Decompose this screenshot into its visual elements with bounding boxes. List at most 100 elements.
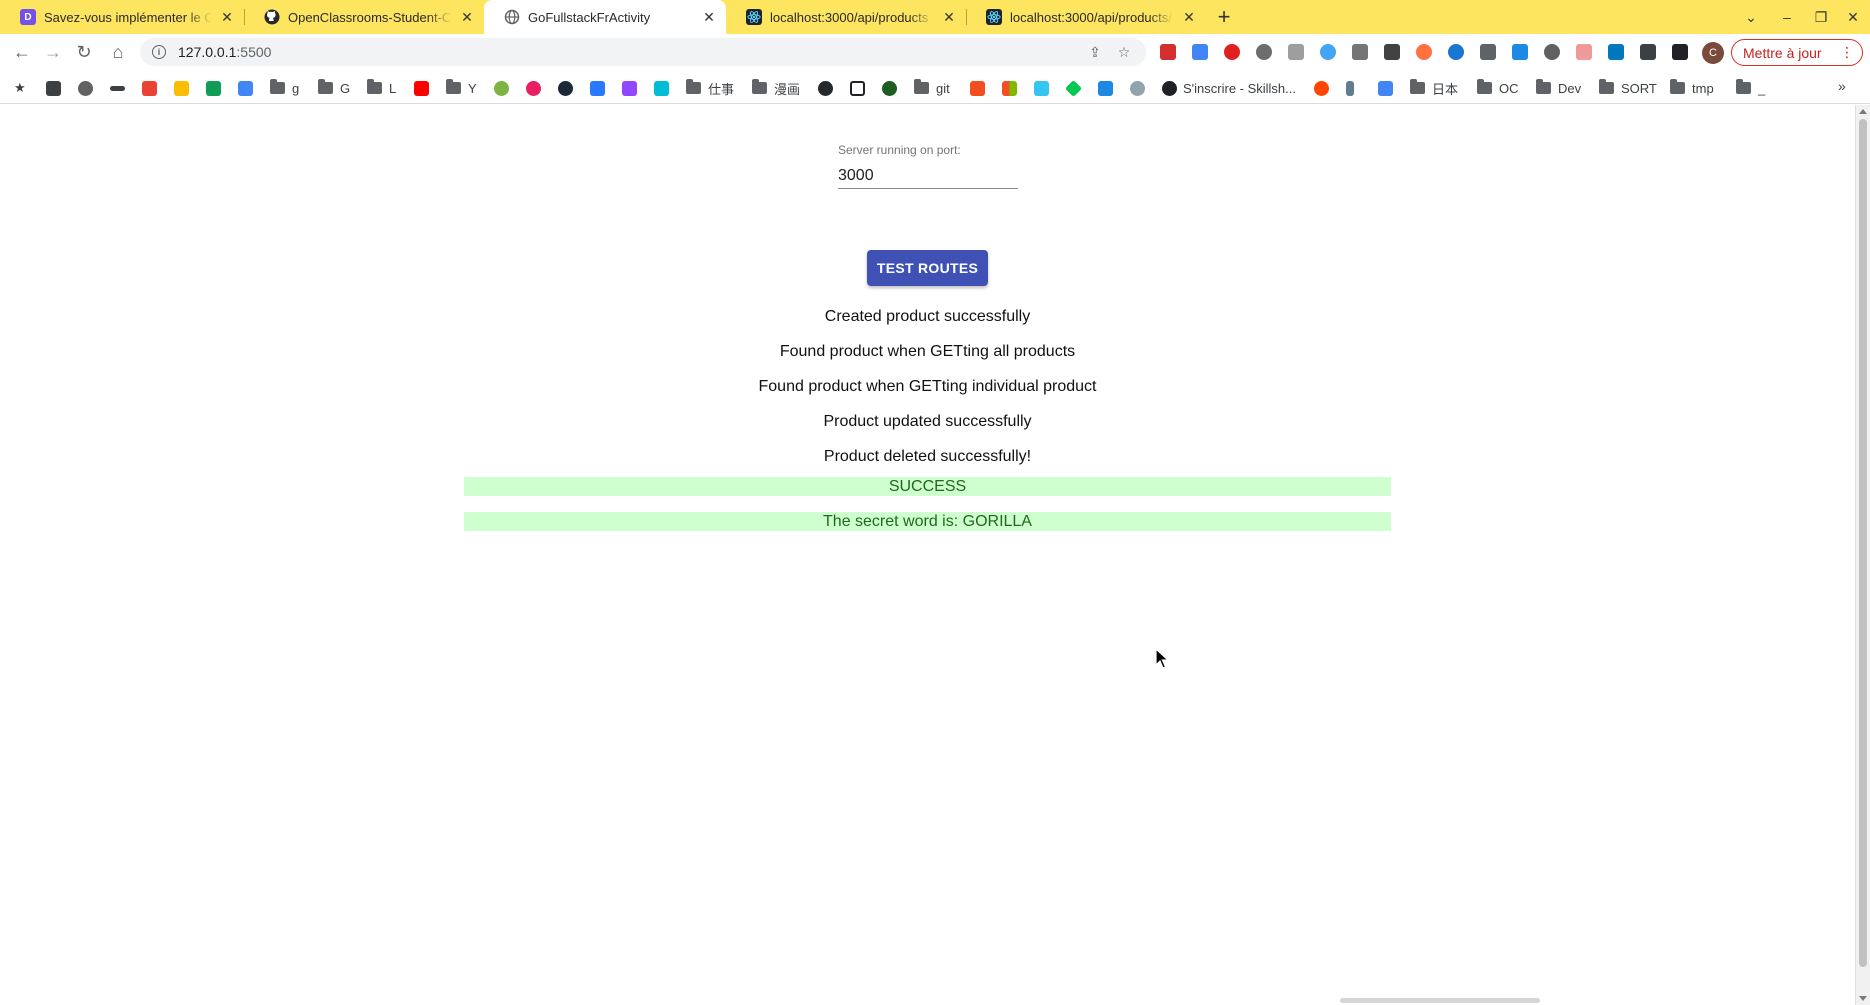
tab-api-product-detail[interactable]: localhost:3000/api/products/ ✕: [966, 0, 1206, 34]
tab-crud-course[interactable]: D Savez-vous implémenter le CRUD ✕: [0, 0, 244, 34]
scrollbar-thumb[interactable]: [1859, 119, 1867, 967]
bookmark-microsoft[interactable]: [1002, 79, 1023, 97]
bookmark-folder-sort[interactable]: SORT: [1599, 79, 1657, 97]
dashboard-icon: D: [20, 9, 36, 25]
restore-button[interactable]: ❐: [1804, 0, 1838, 34]
eyedropper-icon[interactable]: [1352, 44, 1368, 60]
calendar-icon[interactable]: [1576, 44, 1592, 60]
profile-avatar[interactable]: C: [1702, 42, 1724, 64]
new-tab-button[interactable]: +: [1211, 4, 1237, 30]
bookmark-youtube[interactable]: [414, 79, 435, 97]
bookmark-folder-underscore[interactable]: _: [1736, 79, 1765, 97]
bookmark-z[interactable]: [590, 79, 611, 97]
forward-icon[interactable]: →: [39, 38, 67, 66]
bookmark-gb[interactable]: [1378, 79, 1399, 97]
hourglass-icon: [1346, 80, 1354, 96]
bookmark-leaf[interactable]: [882, 79, 903, 97]
close-icon[interactable]: ✕: [458, 8, 476, 26]
test-routes-button[interactable]: TEST ROUTES: [867, 250, 988, 286]
bookmark-folder-oc[interactable]: OC: [1477, 79, 1519, 97]
tab-api-products[interactable]: localhost:3000/api/products ✕: [726, 0, 966, 34]
bookmark-gmail[interactable]: [142, 79, 163, 97]
tab-github[interactable]: OpenClassrooms-Student-Center ✕: [244, 0, 484, 34]
bookmark-crop[interactable]: [654, 79, 675, 97]
close-window-button[interactable]: ✕: [1836, 0, 1870, 34]
bookmark-diamond[interactable]: [1065, 79, 1087, 97]
bookmark-github[interactable]: [818, 79, 839, 97]
result-get-all: Found product when GETting all products: [779, 343, 1076, 360]
bookmark-pinwheel[interactable]: [526, 79, 547, 97]
bookmark-folder-G[interactable]: G: [318, 79, 350, 97]
vertical-scrollbar[interactable]: [1855, 105, 1870, 1005]
translate-icon[interactable]: [1192, 44, 1208, 60]
bookmark-folder-tmp[interactable]: tmp: [1670, 79, 1714, 97]
markdown-icon[interactable]: [1384, 44, 1400, 60]
bookmark-star[interactable]: ★: [14, 79, 26, 97]
close-icon[interactable]: ✕: [940, 8, 958, 26]
bookmark-drive[interactable]: [174, 79, 195, 97]
honey-icon[interactable]: [1416, 44, 1432, 60]
bookmark-folder-git[interactable]: git: [914, 79, 950, 97]
bookmark-slack[interactable]: [1034, 79, 1055, 97]
timer-icon[interactable]: [1320, 44, 1336, 60]
bookmark-twitch[interactable]: [622, 79, 643, 97]
address-bar[interactable]: i 127.0.0.1:5500 ⇪ ☆: [140, 38, 1146, 66]
bookmark-folder-g[interactable]: g: [270, 79, 299, 97]
bookmark-steam[interactable]: [558, 79, 579, 97]
gmail-icon: [142, 80, 157, 96]
horizontal-scrollbar[interactable]: [1340, 998, 1540, 1003]
site-info-icon[interactable]: i: [152, 45, 166, 59]
side-panel-icon[interactable]: [1672, 44, 1688, 60]
share-icon[interactable]: ⇪: [1081, 38, 1109, 66]
bookmark-sword[interactable]: [110, 79, 131, 97]
close-icon[interactable]: ✕: [218, 8, 236, 26]
scroll-down-icon[interactable]: [1859, 996, 1867, 1001]
wordpress-icon[interactable]: [1544, 44, 1560, 60]
reload-icon[interactable]: ↻: [70, 38, 98, 66]
bookmark-star-icon[interactable]: ☆: [1110, 38, 1138, 66]
gear-icon[interactable]: [1256, 44, 1272, 60]
port-field: Server running on port:: [838, 143, 1018, 189]
bookmark-hourglass[interactable]: [1346, 79, 1360, 97]
blocker-icon[interactable]: [1448, 44, 1464, 60]
tab-search-icon[interactable]: ⌄: [1734, 0, 1768, 34]
m-extension-icon[interactable]: [1608, 44, 1624, 60]
bookmark-badge[interactable]: [1130, 79, 1151, 97]
github-icon: [818, 80, 833, 96]
tab-strip: D Savez-vous implémenter le CRUD ✕ OpenC…: [0, 0, 1870, 34]
bookmark-square[interactable]: [850, 79, 871, 97]
close-icon[interactable]: ✕: [1180, 8, 1198, 26]
minimize-button[interactable]: –: [1770, 0, 1804, 34]
bookmark-folder-Y[interactable]: Y: [446, 79, 477, 97]
bookmark-play[interactable]: [494, 79, 515, 97]
bookmarks-overflow-icon[interactable]: »: [1838, 78, 1846, 94]
extensions-puzzle-icon[interactable]: [1640, 44, 1656, 60]
bookmark-sheets[interactable]: [206, 79, 227, 97]
tab-gofullstack[interactable]: GoFullstackFrActivity ✕: [484, 0, 726, 34]
bookmark-folder-L[interactable]: L: [367, 79, 396, 97]
bookmark-skillshare[interactable]: S'inscrire - Skillsh...: [1162, 79, 1296, 97]
regex-icon[interactable]: [1480, 44, 1496, 60]
folder-icon: [1599, 79, 1614, 94]
bookmark-reddit[interactable]: [1314, 79, 1335, 97]
opera-icon[interactable]: [1224, 44, 1240, 60]
extension-red-book-icon[interactable]: [1160, 44, 1176, 60]
bookmark-folder-manga[interactable]: 漫画: [752, 79, 800, 97]
home-icon[interactable]: ⌂: [104, 38, 132, 66]
port-input[interactable]: [838, 163, 1018, 189]
bookmark-calendar[interactable]: [238, 79, 259, 97]
bookmark-flask[interactable]: [46, 79, 67, 97]
back-icon[interactable]: ←: [8, 38, 36, 66]
scroll-up-icon[interactable]: [1859, 109, 1867, 114]
kebab-menu-icon[interactable]: ⋮: [1840, 44, 1854, 61]
triangle-icon[interactable]: [1512, 44, 1528, 60]
bookmark-wheel[interactable]: [78, 79, 99, 97]
bookmark-folder-dev[interactable]: Dev: [1536, 79, 1581, 97]
update-button[interactable]: Mettre à jour ⋮: [1731, 39, 1863, 66]
bookmark-figma[interactable]: [970, 79, 991, 97]
bookmark-folder-nihon[interactable]: 日本: [1410, 79, 1458, 97]
bookmark-folder-shigoto[interactable]: 仕事: [686, 79, 734, 97]
bookmark-w[interactable]: [1098, 79, 1119, 97]
close-icon[interactable]: ✕: [700, 8, 718, 26]
cloud-icon[interactable]: [1288, 44, 1304, 60]
